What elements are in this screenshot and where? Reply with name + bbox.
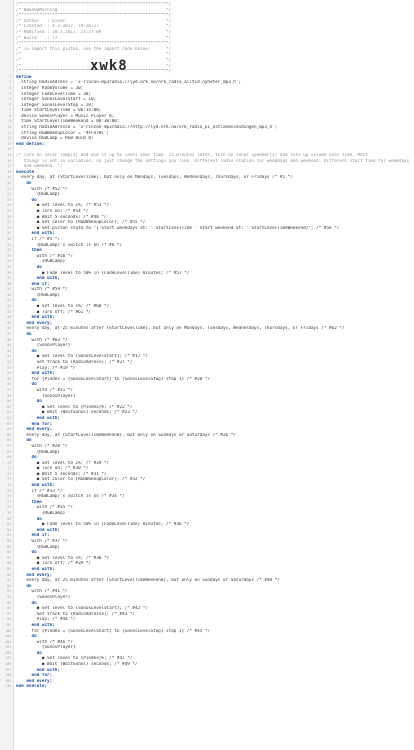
import-code: xwk8 (90, 58, 128, 74)
code-line: 110 end execute; (0, 684, 414, 690)
piston-editor: /***************************************… (0, 0, 414, 750)
code-text[interactable]: end execute; (16, 684, 410, 690)
line-number: 110 (5, 684, 11, 689)
code-lines: /***************************************… (0, 2, 414, 690)
